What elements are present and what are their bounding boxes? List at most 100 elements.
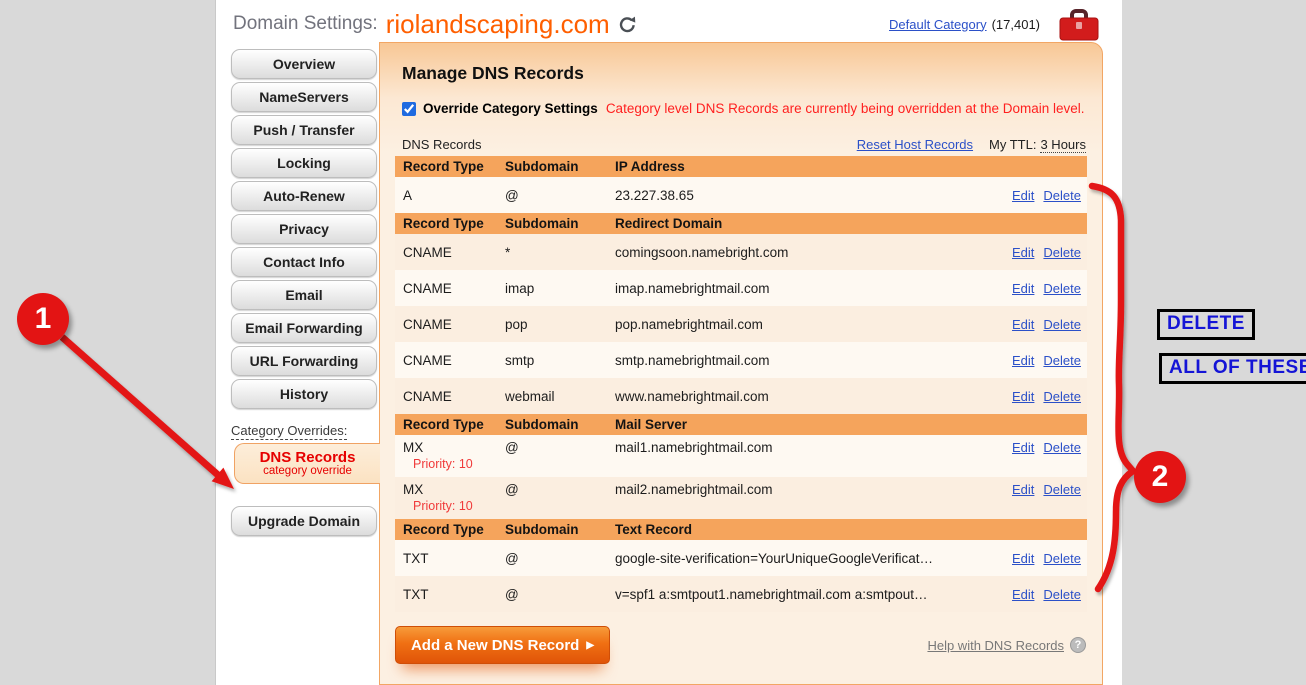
- dns-table: Record TypeSubdomainIP AddressA@23.227.3…: [395, 156, 1087, 612]
- edit-link[interactable]: Edit: [1012, 188, 1034, 203]
- record-type: MXPriority: 10: [395, 482, 505, 513]
- help-question-icon[interactable]: ?: [1070, 637, 1086, 653]
- delete-link[interactable]: Delete: [1043, 353, 1081, 368]
- record-subdomain: @: [505, 587, 615, 602]
- record-subdomain: @: [505, 188, 615, 203]
- sidebar-item-history[interactable]: History: [231, 379, 377, 409]
- sidebar-item-push-transfer[interactable]: Push / Transfer: [231, 115, 377, 145]
- content-page: Domain Settings: riolandscaping.com Defa…: [215, 0, 1122, 685]
- record-type: A: [395, 188, 505, 203]
- record-priority: Priority: 10: [403, 457, 505, 471]
- record-type: CNAME: [395, 317, 505, 332]
- delete-link[interactable]: Delete: [1043, 188, 1081, 203]
- delete-link[interactable]: Delete: [1043, 482, 1081, 497]
- record-actions: Edit Delete: [1012, 353, 1087, 368]
- edit-link[interactable]: Edit: [1012, 482, 1034, 497]
- ttl-value-dropdown[interactable]: 3 Hours: [1040, 137, 1086, 153]
- dns-record-row: CNAME*comingsoon.namebright.comEditDelet…: [395, 234, 1087, 270]
- sidebar-item-email[interactable]: Email: [231, 280, 377, 310]
- table-section-header: Record TypeSubdomainText Record: [395, 519, 1087, 540]
- edit-link[interactable]: Edit: [1012, 317, 1034, 332]
- panel-title: Manage DNS Records: [402, 63, 1102, 84]
- delete-link[interactable]: Delete: [1043, 587, 1081, 602]
- record-actions: Edit Delete: [1012, 440, 1087, 455]
- edit-link[interactable]: Edit: [1012, 281, 1034, 296]
- edit-link[interactable]: Edit: [1012, 440, 1034, 455]
- delete-link[interactable]: Delete: [1043, 317, 1081, 332]
- sidebar-item-overview[interactable]: Overview: [231, 49, 377, 79]
- record-subdomain: @: [505, 482, 615, 497]
- delete-link[interactable]: Delete: [1043, 440, 1081, 455]
- topbar-right: Default Category (17,401): [889, 8, 1122, 41]
- edit-link[interactable]: Edit: [1012, 587, 1034, 602]
- record-value: google-site-verification=YourUniqueGoogl…: [615, 551, 1012, 566]
- column-header: Subdomain: [505, 159, 615, 174]
- delete-link[interactable]: Delete: [1043, 551, 1081, 566]
- dns-record-row: MXPriority: 10@mail1.namebrightmail.comE…: [395, 435, 1087, 477]
- record-actions: Edit Delete: [1012, 317, 1087, 332]
- column-header: Record Type: [395, 417, 505, 432]
- record-subdomain: @: [505, 440, 615, 455]
- override-warning: Category level DNS Records are currently…: [606, 101, 1085, 116]
- record-value: www.namebrightmail.com: [615, 389, 1012, 404]
- record-value: pop.namebrightmail.com: [615, 317, 1012, 332]
- record-type: CNAME: [395, 281, 505, 296]
- category-overrides-label: Category Overrides:: [231, 423, 379, 438]
- dns-tab-label: DNS Records: [235, 449, 380, 466]
- record-subdomain: pop: [505, 317, 615, 332]
- record-subdomain: smtp: [505, 353, 615, 368]
- column-header: Text Record: [615, 522, 1087, 537]
- annotation-step-1: 1: [17, 293, 69, 345]
- column-header: Record Type: [395, 159, 505, 174]
- dns-record-row: TXT@google-site-verification=YourUniqueG…: [395, 540, 1087, 576]
- record-actions: Edit Delete: [1012, 587, 1087, 602]
- annotation-delete-box: DELETE: [1157, 309, 1255, 340]
- override-checkbox[interactable]: [402, 102, 416, 116]
- page-title: Domain Settings:: [233, 13, 378, 35]
- reset-host-records-link[interactable]: Reset Host Records: [857, 137, 973, 152]
- annotation-all-of-these-box: ALL OF THESE: [1159, 353, 1306, 384]
- upgrade-domain-button[interactable]: Upgrade Domain: [231, 506, 377, 536]
- record-type: CNAME: [395, 389, 505, 404]
- dns-record-row: CNAMEsmtpsmtp.namebrightmail.comEdit Dele…: [395, 342, 1087, 378]
- default-category-link[interactable]: Default Category: [889, 17, 987, 32]
- column-header: Mail Server: [615, 417, 1087, 432]
- record-type: TXT: [395, 587, 505, 602]
- edit-link[interactable]: Edit: [1012, 551, 1034, 566]
- add-dns-record-button[interactable]: Add a New DNS Record ▶: [395, 626, 610, 664]
- record-value: 23.227.38.65: [615, 188, 1012, 203]
- sidebar-item-contact-info[interactable]: Contact Info: [231, 247, 377, 277]
- record-type: TXT: [395, 551, 505, 566]
- record-type: CNAME: [395, 353, 505, 368]
- record-type: MXPriority: 10: [395, 440, 505, 471]
- edit-link[interactable]: Edit: [1012, 245, 1034, 260]
- sidebar-item-auto-renew[interactable]: Auto-Renew: [231, 181, 377, 211]
- column-header: Subdomain: [505, 216, 615, 231]
- sidebar-item-locking[interactable]: Locking: [231, 148, 377, 178]
- edit-link[interactable]: Edit: [1012, 353, 1034, 368]
- dns-record-row: CNAMEwebmailwww.namebrightmail.comEdit De…: [395, 378, 1087, 414]
- dns-record-row: A@23.227.38.65Edit Delete: [395, 177, 1087, 213]
- delete-link[interactable]: Delete: [1043, 245, 1081, 260]
- sidebar-item-privacy[interactable]: Privacy: [231, 214, 377, 244]
- record-subdomain: webmail: [505, 389, 615, 404]
- toolbox-icon[interactable]: [1058, 8, 1100, 41]
- record-priority: Priority: 10: [403, 499, 505, 513]
- dns-record-row: CNAMEimapimap.namebrightmail.comEditDele…: [395, 270, 1087, 306]
- help-dns-records-link[interactable]: Help with DNS Records: [927, 638, 1064, 653]
- sidebar-item-url-forwarding[interactable]: URL Forwarding: [231, 346, 377, 376]
- record-value: smtp.namebrightmail.com: [615, 353, 1012, 368]
- sidebar-item-dns-records[interactable]: DNS Records category override: [234, 443, 380, 484]
- edit-link[interactable]: Edit: [1012, 389, 1034, 404]
- dns-record-row: CNAMEpoppop.namebrightmail.comEdit Delete: [395, 306, 1087, 342]
- delete-link[interactable]: Delete: [1043, 281, 1081, 296]
- dns-record-row: TXT@v=spf1 a:smtpout1.namebrightmail.com…: [395, 576, 1087, 612]
- refresh-icon[interactable]: [618, 15, 637, 34]
- override-row: Override Category Settings Category leve…: [402, 101, 1102, 116]
- annotation-step-2: 2: [1134, 451, 1186, 503]
- delete-link[interactable]: Delete: [1043, 389, 1081, 404]
- table-meta-row: DNS Records Reset Host Records My TTL: 3…: [402, 137, 1086, 153]
- sidebar-item-email-forwarding[interactable]: Email Forwarding: [231, 313, 377, 343]
- column-header: IP Address: [615, 159, 1087, 174]
- sidebar-item-nameservers[interactable]: NameServers: [231, 82, 377, 112]
